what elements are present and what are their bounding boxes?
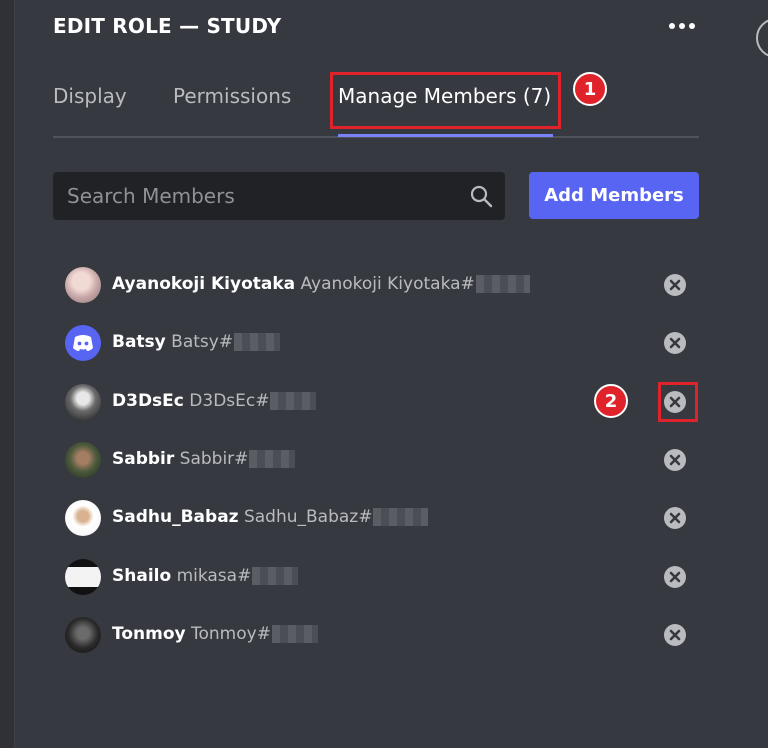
active-tab-indicator (338, 134, 553, 137)
member-row: Sabbir Sabbir# (53, 437, 699, 483)
avatar (65, 267, 101, 303)
member-display-name: Tonmoy (112, 624, 186, 644)
member-display-name: Sabbir (112, 449, 175, 469)
search-icon[interactable] (469, 184, 493, 208)
search-box (53, 172, 505, 220)
server-sidebar-edge (0, 0, 15, 748)
redacted-discriminator (234, 333, 281, 351)
member-name: Sadhu_Babaz Sadhu_Babaz# (112, 507, 429, 527)
member-tag: Batsy# (171, 332, 234, 352)
member-tag: Sabbir# (179, 449, 249, 469)
member-display-name: Shailo (112, 566, 172, 586)
avatar (65, 384, 101, 420)
remove-member-icon[interactable] (664, 274, 686, 296)
member-name: Sabbir Sabbir# (112, 449, 296, 469)
member-name: Tonmoy Tonmoy# (112, 624, 318, 644)
tab-display[interactable]: Display (53, 84, 127, 108)
member-row: Sadhu_Babaz Sadhu_Babaz# (53, 495, 699, 541)
member-display-name: D3DsEc (112, 391, 184, 411)
more-options-icon[interactable] (664, 12, 700, 40)
annotation-badge-1: 1 (573, 72, 607, 106)
redacted-discriminator (373, 508, 429, 526)
redacted-discriminator (249, 450, 296, 468)
member-name: Shailo mikasa# (112, 566, 299, 586)
redacted-discriminator (475, 275, 530, 293)
remove-member-icon[interactable] (664, 332, 686, 354)
remove-member-icon[interactable] (664, 624, 686, 646)
search-input[interactable] (53, 172, 453, 220)
member-tag: Sadhu_Babaz# (243, 507, 373, 527)
avatar (65, 559, 101, 595)
member-row: Ayanokoji Kiyotaka Ayanokoji Kiyotaka# (53, 262, 699, 308)
avatar (65, 442, 101, 478)
add-members-button[interactable]: Add Members (529, 172, 699, 219)
member-name: Batsy Batsy# (112, 332, 281, 352)
remove-member-icon[interactable] (664, 507, 686, 529)
member-tag: Ayanokoji Kiyotaka# (300, 274, 475, 294)
member-name: Ayanokoji Kiyotaka Ayanokoji Kiyotaka# (112, 274, 530, 294)
avatar (65, 617, 101, 653)
tab-manage-members[interactable]: Manage Members (7) (338, 84, 551, 108)
redacted-discriminator (252, 567, 299, 585)
member-tag: D3DsEc# (189, 391, 270, 411)
redacted-discriminator (270, 392, 317, 410)
remove-member-icon[interactable] (664, 391, 686, 413)
discord-avatar-icon (65, 325, 101, 361)
member-row: Shailo mikasa# (53, 554, 699, 600)
member-row: Tonmoy Tonmoy# (53, 612, 699, 658)
member-display-name: Sadhu_Babaz (112, 507, 239, 527)
annotation-badge-2: 2 (594, 384, 628, 418)
tab-permissions[interactable]: Permissions (173, 84, 291, 108)
avatar (65, 500, 101, 536)
redacted-discriminator (271, 625, 318, 643)
remove-member-icon[interactable] (664, 449, 686, 471)
right-panel (715, 0, 768, 748)
remove-member-icon[interactable] (664, 566, 686, 588)
member-display-name: Batsy (112, 332, 166, 352)
member-row: Batsy Batsy# (53, 320, 699, 366)
member-tag: mikasa# (176, 566, 252, 586)
page-title: EDIT ROLE — STUDY (53, 14, 282, 38)
member-tag: Tonmoy# (191, 624, 271, 644)
member-name: D3DsEc D3DsEc# (112, 391, 317, 411)
member-display-name: Ayanokoji Kiyotaka (112, 274, 296, 294)
